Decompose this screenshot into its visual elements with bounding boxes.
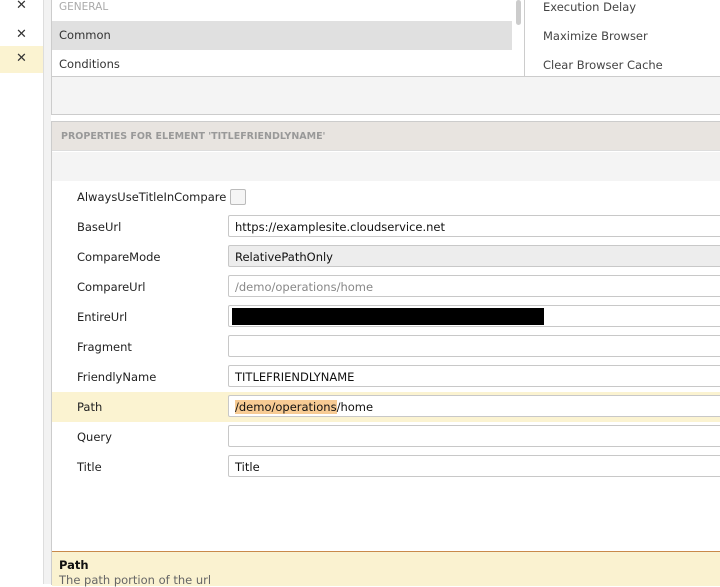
toolbar-area bbox=[51, 77, 720, 115]
property-row: EntireUrl bbox=[52, 302, 720, 332]
property-label: CompareMode bbox=[77, 250, 161, 264]
test-list-item-selected[interactable]: ✕ bbox=[0, 46, 43, 73]
property-label: AlwaysUseTitleInCompare bbox=[77, 190, 227, 204]
action-execution-delay[interactable]: Execution Delay bbox=[543, 0, 636, 14]
property-label: Query bbox=[77, 430, 112, 444]
property-row-selected: Path /demo/operations/home bbox=[52, 392, 720, 422]
property-label: CompareUrl bbox=[77, 280, 146, 294]
properties-toolbar bbox=[52, 152, 720, 181]
redacted-value bbox=[232, 308, 544, 325]
properties-header: PROPERTIES FOR ELEMENT 'TITLEFRIENDLYNAM… bbox=[52, 122, 720, 151]
scrollbar-thumb[interactable] bbox=[516, 0, 521, 25]
property-label: Fragment bbox=[77, 340, 132, 354]
close-icon[interactable]: ✕ bbox=[16, 51, 27, 66]
property-label: Path bbox=[77, 400, 103, 414]
property-label: Title bbox=[77, 460, 102, 474]
property-row: Fragment bbox=[52, 332, 720, 362]
always-use-title-checkbox[interactable] bbox=[230, 189, 246, 205]
property-row: CompareMode RelativePathOnly bbox=[52, 242, 720, 272]
property-row: FriendlyName TITLEFRIENDLYNAME bbox=[52, 362, 720, 392]
comparemode-select[interactable]: RelativePathOnly bbox=[228, 245, 720, 267]
close-icon[interactable]: ✕ bbox=[16, 27, 27, 42]
test-list-item[interactable]: ✕ bbox=[0, 0, 43, 23]
action-clear-browser-cache[interactable]: Clear Browser Cache bbox=[543, 58, 663, 72]
category-common[interactable]: Common bbox=[52, 21, 512, 50]
test-list-panel: ✕ ✕ ✕ bbox=[0, 0, 44, 584]
path-rest: /home bbox=[336, 400, 374, 414]
fragment-input[interactable] bbox=[228, 335, 720, 357]
help-title: Path bbox=[59, 558, 89, 572]
category-header: GENERAL bbox=[59, 1, 109, 13]
property-label: EntireUrl bbox=[77, 310, 128, 324]
property-row: BaseUrl https://examplesite.cloudservice… bbox=[52, 212, 720, 242]
selected-text: /demo/operations bbox=[235, 400, 337, 414]
properties-panel: PROPERTIES FOR ELEMENT 'TITLEFRIENDLYNAM… bbox=[51, 121, 720, 587]
entireurl-input[interactable] bbox=[228, 305, 720, 327]
property-row: Title Title bbox=[52, 452, 720, 482]
property-label: FriendlyName bbox=[77, 370, 157, 384]
help-description: The path portion of the url bbox=[59, 573, 212, 587]
compareurl-input[interactable]: /demo/operations/home bbox=[228, 275, 720, 297]
baseurl-input[interactable]: https://examplesite.cloudservice.net bbox=[228, 215, 720, 237]
action-maximize-browser[interactable]: Maximize Browser bbox=[543, 29, 648, 43]
property-row: CompareUrl /demo/operations/home bbox=[52, 272, 720, 302]
friendlyname-input[interactable]: TITLEFRIENDLYNAME bbox=[228, 365, 720, 387]
query-input[interactable] bbox=[228, 425, 720, 447]
category-conditions[interactable]: Conditions bbox=[52, 50, 512, 79]
divider bbox=[524, 0, 525, 76]
splitter[interactable] bbox=[44, 0, 51, 584]
close-icon[interactable]: ✕ bbox=[16, 0, 27, 13]
path-input[interactable]: /demo/operations/home bbox=[228, 395, 720, 417]
property-row: Query bbox=[52, 422, 720, 452]
help-panel: Path The path portion of the url bbox=[52, 551, 720, 587]
title-input[interactable]: Title bbox=[228, 455, 720, 477]
property-row: AlwaysUseTitleInCompare bbox=[52, 182, 720, 212]
property-label: BaseUrl bbox=[77, 220, 122, 234]
